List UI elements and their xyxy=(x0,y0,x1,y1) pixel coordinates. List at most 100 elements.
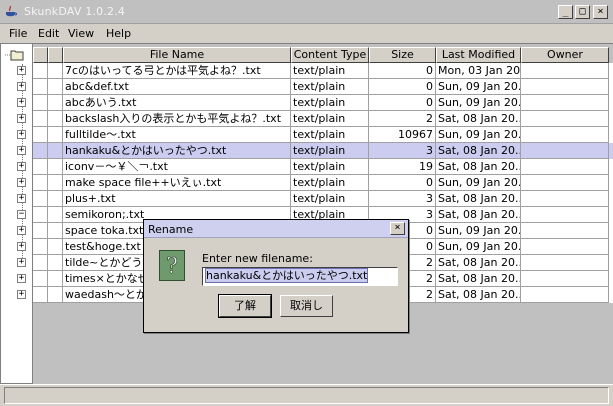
menu-edit[interactable]: Edit xyxy=(38,27,59,40)
tree-expander[interactable]: + xyxy=(17,178,26,187)
table-row[interactable]: hankaku&とかはいったやつ.txt text/plain 3 Sat, 08 J… xyxy=(33,143,613,159)
row-spacer xyxy=(33,79,48,95)
owner-cell xyxy=(521,191,609,207)
file-name-cell: plus+.txt xyxy=(63,191,291,207)
dialog-prompt: Enter new filename: xyxy=(202,252,313,265)
header-file-name[interactable]: File Name xyxy=(63,47,291,63)
tree-expander[interactable]: + xyxy=(17,274,26,283)
header-spacer xyxy=(33,47,48,63)
size-cell: 0 xyxy=(369,175,436,191)
cancel-button[interactable]: 取消し xyxy=(280,295,333,317)
row-spacer xyxy=(33,63,48,79)
question-icon: ? xyxy=(159,250,185,281)
table-header: File Name Content Type Size Last Modifie… xyxy=(33,47,613,63)
content-type-cell: text/plain xyxy=(291,175,369,191)
content-type-cell: text/plain xyxy=(291,127,369,143)
last-modified-cell: Sat, 08 Jan 20... xyxy=(436,159,521,175)
tree-expander[interactable]: + xyxy=(17,66,26,75)
file-name-cell: iconv－～￥＼￢.txt xyxy=(63,159,291,175)
row-spacer xyxy=(33,143,48,159)
size-cell: 19 xyxy=(369,159,436,175)
close-button[interactable]: × xyxy=(593,5,608,19)
header-last-modified[interactable]: Last Modified xyxy=(436,47,521,63)
row-icon-cell xyxy=(48,207,63,223)
owner-cell xyxy=(521,159,609,175)
row-icon-cell xyxy=(48,63,63,79)
table-row[interactable]: fulltilde～.txt text/plain 10967 Sun, 09 Jan… xyxy=(33,127,613,143)
tree-expander[interactable]: + xyxy=(17,242,26,251)
tree-expander[interactable]: + xyxy=(17,290,26,299)
table-row[interactable]: abcあいう.txt text/plain 0 Sun, 09 Jan 20... xyxy=(33,95,613,111)
tree-expander[interactable]: + xyxy=(17,98,26,107)
row-icon-cell xyxy=(48,175,63,191)
row-spacer xyxy=(33,191,48,207)
menu-file[interactable]: File xyxy=(9,27,27,40)
window-title: SkunkDAV 1.0.2.4 xyxy=(24,5,126,18)
owner-cell xyxy=(521,207,609,223)
folder-tree[interactable]: + + + + + + + + + − + + + + + xyxy=(0,43,33,384)
owner-cell xyxy=(521,271,609,287)
row-spacer xyxy=(33,239,48,255)
header-owner[interactable]: Owner xyxy=(521,47,609,63)
row-spacer xyxy=(33,159,48,175)
owner-cell xyxy=(521,143,609,159)
table-row[interactable]: iconv－～￥＼￢.txt text/plain 19 Sat, 08 Jan 20… xyxy=(33,159,613,175)
tree-expander[interactable]: + xyxy=(17,82,26,91)
row-icon-cell xyxy=(48,127,63,143)
tree-expander[interactable]: + xyxy=(17,114,26,123)
last-modified-cell: Sun, 09 Jan 20... xyxy=(436,127,521,143)
row-spacer xyxy=(33,111,48,127)
last-modified-cell: Sun, 09 Jan 20... xyxy=(436,239,521,255)
filename-input[interactable]: hankaku&とかはいったやつ.txt xyxy=(202,267,398,286)
header-size[interactable]: Size xyxy=(369,47,436,63)
last-modified-cell: Sat, 08 Jan 20... xyxy=(436,271,521,287)
owner-cell xyxy=(521,63,609,79)
content-type-cell: text/plain xyxy=(291,111,369,127)
file-name-cell: backslash入りの表示とかも平気よね？.txt xyxy=(63,111,291,127)
content-type-cell: text/plain xyxy=(291,191,369,207)
tree-expander[interactable]: + xyxy=(17,162,26,171)
tree-expander[interactable]: + xyxy=(17,226,26,235)
tree-expander[interactable]: − xyxy=(17,210,26,219)
ok-button[interactable]: 了解 xyxy=(218,294,272,318)
size-cell: 0 xyxy=(369,79,436,95)
size-cell: 3 xyxy=(369,143,436,159)
row-spacer xyxy=(33,255,48,271)
table-row[interactable]: 7cのはいってる弓とかは平気よね？.txt text/plain 0 Mon, 03 … xyxy=(33,63,613,79)
row-spacer xyxy=(33,175,48,191)
last-modified-cell: Sat, 08 Jan 20... xyxy=(436,207,521,223)
owner-cell xyxy=(521,239,609,255)
content-type-cell: text/plain xyxy=(291,159,369,175)
tree-expander[interactable]: + xyxy=(17,130,26,139)
table-row[interactable]: plus+.txt text/plain 3 Sat, 08 Jan 20... xyxy=(33,191,613,207)
table-row[interactable]: backslash入りの表示とかも平気よね？.txt text/plain 2 Sat… xyxy=(33,111,613,127)
header-content-type[interactable]: Content Type xyxy=(291,47,369,63)
menu-help[interactable]: Help xyxy=(106,27,131,40)
file-name-cell: abc&def.txt xyxy=(63,79,291,95)
tree-expander[interactable]: + xyxy=(17,258,26,267)
last-modified-cell: Sat, 08 Jan 20... xyxy=(436,111,521,127)
row-icon-cell xyxy=(48,255,63,271)
maximize-button[interactable]: □ xyxy=(575,5,590,19)
minimize-button[interactable]: _ xyxy=(558,5,573,19)
menu-view[interactable]: View xyxy=(68,27,94,40)
content-type-cell: text/plain xyxy=(291,79,369,95)
menu-bar: File Edit View Help xyxy=(0,24,613,43)
row-icon-cell xyxy=(48,159,63,175)
table-row[interactable]: make space file++いえぃ.txt text/plain 0 Sun, … xyxy=(33,175,613,191)
tree-expander[interactable]: + xyxy=(17,194,26,203)
last-modified-cell: Sat, 08 Jan 20... xyxy=(436,191,521,207)
dialog-close-button[interactable]: × xyxy=(390,222,405,235)
tree-expander[interactable]: + xyxy=(17,146,26,155)
row-icon-cell xyxy=(48,111,63,127)
size-cell: 3 xyxy=(369,191,436,207)
header-icon-column xyxy=(48,47,63,63)
owner-cell xyxy=(521,287,609,303)
dialog-title-bar: Rename × xyxy=(144,220,408,238)
owner-cell xyxy=(521,127,609,143)
folder-icon[interactable] xyxy=(5,49,25,61)
table-row[interactable]: abc&def.txt text/plain 0 Sun, 09 Jan 20... xyxy=(33,79,613,95)
row-spacer xyxy=(33,127,48,143)
filename-value: hankaku&とかはいったやつ.txt xyxy=(205,268,369,283)
last-modified-cell: Sat, 08 Jan 20... xyxy=(436,143,521,159)
